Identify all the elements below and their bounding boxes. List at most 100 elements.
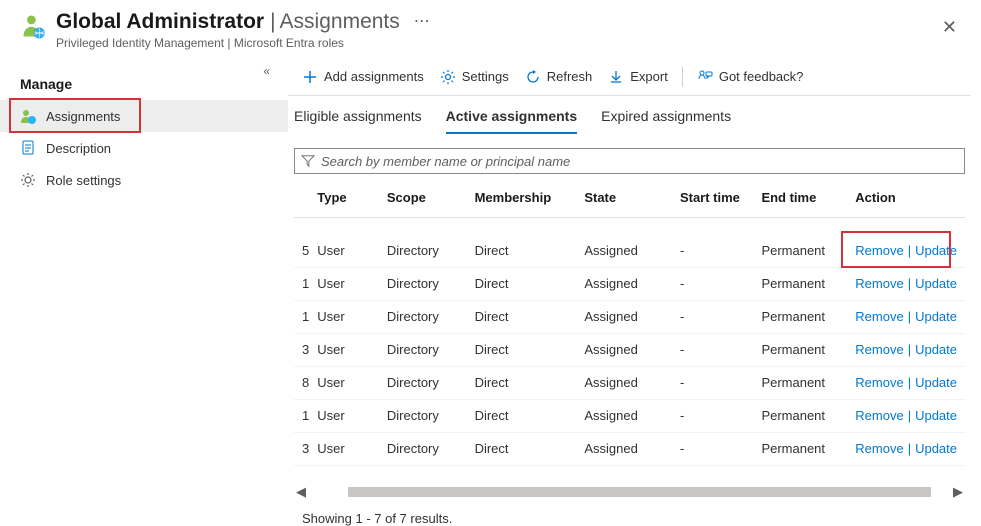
column-type[interactable]: Type: [309, 180, 379, 218]
more-actions-icon[interactable]: ⋯: [414, 14, 430, 30]
update-link[interactable]: Update: [915, 342, 957, 357]
cell-start: -: [672, 334, 753, 367]
cell-membership: Direct: [467, 367, 577, 400]
cell-state: Assigned: [576, 301, 672, 334]
table-row[interactable]: 1UserDirectoryDirectAssigned-PermanentRe…: [294, 301, 965, 334]
assignments-table: Type Scope Membership State Start time E…: [294, 180, 965, 466]
table-row[interactable]: 1UserDirectoryDirectAssigned-PermanentRe…: [294, 268, 965, 301]
action-separator: |: [908, 441, 911, 456]
search-box[interactable]: [294, 148, 965, 174]
cell-type: User: [309, 367, 379, 400]
export-button[interactable]: Export: [600, 61, 676, 93]
update-link[interactable]: Update: [915, 243, 957, 258]
collapse-sidebar-icon[interactable]: «: [263, 64, 270, 78]
action-separator: |: [908, 375, 911, 390]
action-separator: |: [908, 408, 911, 423]
cell-end: Permanent: [753, 334, 847, 367]
row-idchar: 3: [294, 433, 309, 466]
search-input[interactable]: [321, 154, 958, 169]
cell-membership: Direct: [467, 268, 577, 301]
cell-state: Assigned: [576, 334, 672, 367]
sidebar-item-assignments[interactable]: Assignments: [0, 100, 288, 132]
results-text: Showing 1 - 7 of 7 results.: [288, 503, 971, 526]
action-separator: |: [908, 243, 911, 258]
table-row[interactable]: 3UserDirectoryDirectAssigned-PermanentRe…: [294, 433, 965, 466]
row-idchar: 8: [294, 367, 309, 400]
action-separator: |: [908, 276, 911, 291]
breadcrumb: Privileged Identity Management | Microso…: [56, 36, 938, 50]
cell-state: Assigned: [576, 400, 672, 433]
row-idchar: 1: [294, 268, 309, 301]
column-state[interactable]: State: [576, 180, 672, 218]
horizontal-scrollbar[interactable]: ◀ ▶: [294, 485, 965, 499]
update-link[interactable]: Update: [915, 309, 957, 324]
column-start[interactable]: Start time: [672, 180, 753, 218]
tab-active[interactable]: Active assignments: [446, 108, 578, 134]
cell-start: -: [672, 433, 753, 466]
cell-scope: Directory: [379, 400, 467, 433]
cell-type: User: [309, 268, 379, 301]
column-action[interactable]: Action: [847, 180, 965, 218]
scrollbar-thumb[interactable]: [348, 487, 931, 497]
refresh-button[interactable]: Refresh: [517, 61, 601, 93]
remove-link[interactable]: Remove: [855, 243, 903, 258]
cell-scope: Directory: [379, 301, 467, 334]
remove-link[interactable]: Remove: [855, 276, 903, 291]
table-row[interactable]: 3UserDirectoryDirectAssigned-PermanentRe…: [294, 334, 965, 367]
toolbar-label: Add assignments: [324, 69, 424, 84]
toolbar-separator: [682, 67, 683, 87]
feedback-icon: [697, 69, 713, 85]
toolbar-label: Got feedback?: [719, 69, 804, 84]
cell-type: User: [309, 400, 379, 433]
row-idchar: 3: [294, 334, 309, 367]
cell-scope: Directory: [379, 235, 467, 268]
sidebar-item-description[interactable]: Description: [0, 132, 288, 164]
sidebar-section-title: Manage: [0, 66, 288, 100]
scroll-left-icon[interactable]: ◀: [294, 485, 308, 499]
table-row[interactable]: 5UserDirectoryDirectAssigned-PermanentRe…: [294, 235, 965, 268]
cell-state: Assigned: [576, 268, 672, 301]
remove-link[interactable]: Remove: [855, 342, 903, 357]
column-end[interactable]: End time: [753, 180, 847, 218]
remove-link[interactable]: Remove: [855, 441, 903, 456]
page-header: Global Administrator | Assignments ⋯ Pri…: [0, 0, 981, 58]
plus-icon: [302, 69, 318, 85]
column-membership[interactable]: Membership: [467, 180, 577, 218]
update-link[interactable]: Update: [915, 375, 957, 390]
row-idchar: 1: [294, 400, 309, 433]
column-scope[interactable]: Scope: [379, 180, 467, 218]
cell-end: Permanent: [753, 301, 847, 334]
tab-eligible[interactable]: Eligible assignments: [294, 108, 422, 134]
close-icon[interactable]: ✕: [938, 14, 961, 40]
action-separator: |: [908, 309, 911, 324]
cell-end: Permanent: [753, 235, 847, 268]
remove-link[interactable]: Remove: [855, 375, 903, 390]
feedback-button[interactable]: Got feedback?: [689, 61, 812, 93]
scroll-right-icon[interactable]: ▶: [951, 485, 965, 499]
update-link[interactable]: Update: [915, 276, 957, 291]
tabs: Eligible assignments Active assignments …: [288, 96, 971, 134]
cell-membership: Direct: [467, 433, 577, 466]
cell-scope: Directory: [379, 334, 467, 367]
scrollbar-track[interactable]: [308, 485, 951, 499]
page-subtitle: Assignments: [280, 10, 400, 34]
table-row[interactable]: 1UserDirectoryDirectAssigned-PermanentRe…: [294, 400, 965, 433]
update-link[interactable]: Update: [915, 441, 957, 456]
cell-membership: Direct: [467, 400, 577, 433]
cell-action: Remove | Update: [847, 268, 965, 301]
row-idchar: 5: [294, 235, 309, 268]
tab-expired[interactable]: Expired assignments: [601, 108, 731, 134]
settings-button[interactable]: Settings: [432, 61, 517, 93]
gear-icon: [440, 69, 456, 85]
title-separator: |: [270, 10, 275, 34]
action-separator: |: [908, 342, 911, 357]
remove-link[interactable]: Remove: [855, 408, 903, 423]
cell-end: Permanent: [753, 268, 847, 301]
add-assignments-button[interactable]: Add assignments: [294, 61, 432, 93]
toolbar-label: Settings: [462, 69, 509, 84]
table-row[interactable]: 8UserDirectoryDirectAssigned-PermanentRe…: [294, 367, 965, 400]
update-link[interactable]: Update: [915, 408, 957, 423]
remove-link[interactable]: Remove: [855, 309, 903, 324]
sidebar-item-role-settings[interactable]: Role settings: [0, 164, 288, 196]
person-icon: [20, 108, 36, 124]
